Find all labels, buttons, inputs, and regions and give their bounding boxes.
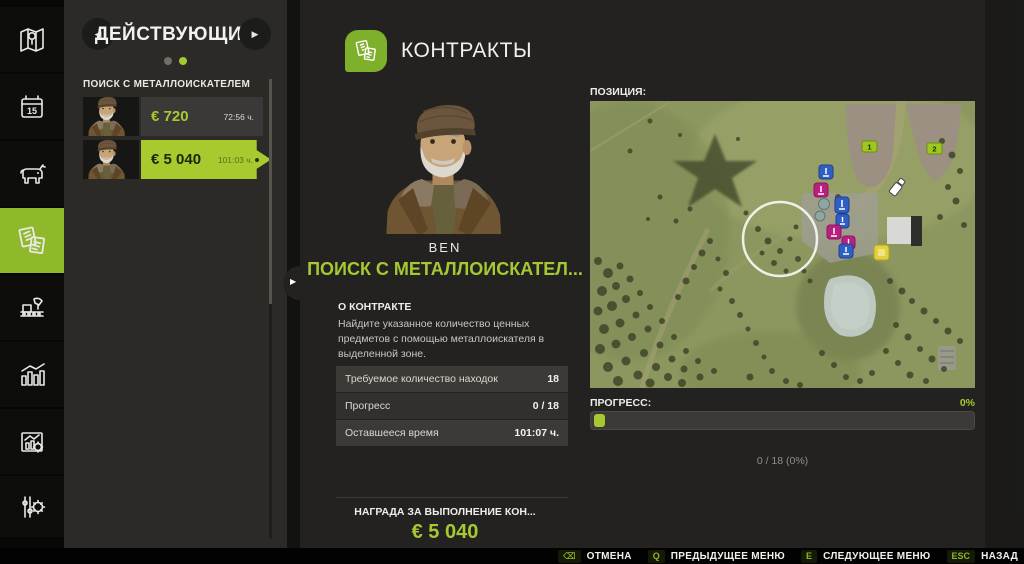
detail-value: 0 / 18 — [533, 400, 559, 412]
cow-icon — [15, 157, 49, 191]
detail-label: Оставшееся время — [345, 427, 514, 439]
q-key-icon: Q — [648, 550, 665, 563]
page-dot-active — [179, 57, 187, 65]
marker-blue — [835, 197, 849, 213]
svg-text:15: 15 — [27, 106, 37, 116]
contract-reward: € 5 040 — [151, 151, 218, 168]
divider — [336, 497, 568, 498]
contract-time-left: 72:56 ч. — [224, 112, 254, 122]
hint-back[interactable]: ESC НАЗАД — [947, 550, 1018, 563]
npc-thumbnail — [83, 140, 139, 179]
list-header: ◀ ДЕЙСТВУЮЩИЙ ▶ — [64, 16, 287, 54]
table-row: Оставшееся время 101:07 ч. — [336, 420, 568, 446]
panel-right-shade — [985, 0, 1024, 548]
contract-list-item[interactable]: € 720 72:56 ч. — [83, 97, 263, 136]
contract-type-label: ПОИСК С МЕТАЛЛОИСКАТЕЛЕМ — [83, 79, 250, 90]
page-header: КОНТРАКТЫ — [345, 30, 532, 72]
reward-value: € 5 040 — [300, 521, 590, 544]
progress-bar — [590, 411, 975, 430]
detail-label: Прогресс — [345, 400, 533, 412]
field-badge-1: 1 — [862, 141, 877, 152]
silo-dot — [815, 211, 825, 221]
reward-heading: НАГРАДА ЗА ВЫПОЛНЕНИЕ КОН... — [300, 506, 590, 518]
svg-text:2: 2 — [932, 145, 936, 154]
sidebar-item-production[interactable] — [0, 275, 64, 340]
contract-reward: € 720 — [151, 108, 224, 125]
npc-name: BEN — [300, 240, 590, 255]
page-title: КОНТРАКТЫ — [401, 39, 532, 63]
marker-magenta — [827, 225, 841, 239]
chevron-right-icon: ▶ — [290, 277, 296, 286]
hint-cancel[interactable]: ⌫ ОТМЕНА — [558, 550, 632, 563]
position-label: ПОЗИЦИЯ: — [590, 86, 646, 98]
hint-label: ПРЕДЫДУЩЕЕ МЕНЮ — [671, 551, 785, 562]
silo-dot — [819, 199, 830, 210]
page-dot — [164, 57, 172, 65]
progress-percent: 0% — [875, 397, 975, 409]
sidebar-item-map[interactable] — [0, 7, 64, 72]
detail-value: 18 — [547, 373, 559, 385]
hint-label: НАЗАД — [981, 551, 1018, 562]
contract-list-item-selected[interactable]: € 5 040 101:03 ч. — [83, 140, 271, 179]
sidebar-item-animals[interactable] — [0, 141, 64, 206]
about-heading: О КОНТРАКТЕ — [338, 301, 411, 313]
contracts-icon — [15, 224, 49, 258]
settings-icon — [15, 490, 49, 524]
progress-label: ПРОГРЕСС: — [590, 397, 651, 409]
field-badge-2: 2 — [927, 143, 942, 154]
marker-blue — [819, 165, 833, 179]
sidebar-item-prices[interactable] — [0, 409, 64, 474]
hint-previous-menu[interactable]: Q ПРЕДЫДУЩЕЕ МЕНЮ — [648, 550, 785, 563]
contract-list-panel: ◀ ДЕЙСТВУЮЩИЙ ▶ ПОИСК С МЕТАЛЛОИСКАТЕЛЕМ… — [64, 0, 287, 548]
marker-yellow — [874, 245, 889, 260]
progress-caption: 0 / 18 (0%) — [590, 455, 975, 467]
contracts-screen: 15 — [0, 0, 1024, 564]
sidebar: 15 — [0, 0, 64, 548]
next-category-button[interactable]: ▶ — [239, 18, 271, 50]
statistics-icon — [15, 358, 49, 392]
key-hint-bar: ⌫ ОТМЕНА Q ПРЕДЫДУЩЕЕ МЕНЮ E СЛЕДУЮЩЕЕ М… — [0, 548, 1024, 564]
e-key-icon: E — [801, 550, 817, 563]
hint-next-menu[interactable]: E СЛЕДУЮЩЕЕ МЕНЮ — [801, 550, 931, 563]
table-row: Требуемое количество находок 18 — [336, 366, 568, 392]
sidebar-item-settings[interactable] — [0, 476, 64, 537]
progress-bar-fill — [594, 414, 605, 427]
about-text: Найдите указанное количество ценных пред… — [338, 317, 576, 363]
svg-text:1: 1 — [867, 143, 871, 152]
esc-key-icon: ESC — [947, 550, 976, 563]
contracts-page-icon — [345, 30, 387, 72]
hint-label: СЛЕДУЮЩЕЕ МЕНЮ — [823, 551, 930, 562]
production-icon — [15, 291, 49, 325]
backspace-key-icon: ⌫ — [558, 550, 581, 563]
npc-portrait — [368, 92, 518, 234]
detail-label: Требуемое количество находок — [345, 373, 547, 385]
list-scrollbar — [269, 79, 272, 539]
marker-blue — [839, 244, 853, 258]
detail-value: 101:07 ч. — [514, 427, 559, 439]
contract-detail-panel: ▶ КОНТРАКТЫ BEN ПОИСК С МЕТАЛЛОИСКАТЕЛ..… — [300, 0, 1024, 548]
contract-details-table: Требуемое количество находок 18 Прогресс… — [336, 366, 568, 447]
page-dots — [64, 57, 287, 65]
calendar-icon: 15 — [15, 90, 49, 124]
table-row: Прогресс 0 / 18 — [336, 393, 568, 419]
npc-thumbnail — [83, 97, 139, 136]
contract-map: 1 2 — [590, 101, 975, 388]
sidebar-item-contracts[interactable] — [0, 208, 64, 273]
prices-icon — [15, 425, 49, 459]
marker-magenta — [814, 183, 828, 197]
hint-label: ОТМЕНА — [587, 551, 632, 562]
contract-title: ПОИСК С МЕТАЛЛОИСКАТЕЛ... — [300, 259, 590, 280]
list-scrollbar-thumb[interactable] — [269, 79, 272, 304]
map-icon — [15, 23, 49, 57]
sidebar-item-calendar[interactable]: 15 — [0, 74, 64, 139]
contract-time-left: 101:03 ч. — [218, 155, 253, 165]
sidebar-item-statistics[interactable] — [0, 342, 64, 407]
